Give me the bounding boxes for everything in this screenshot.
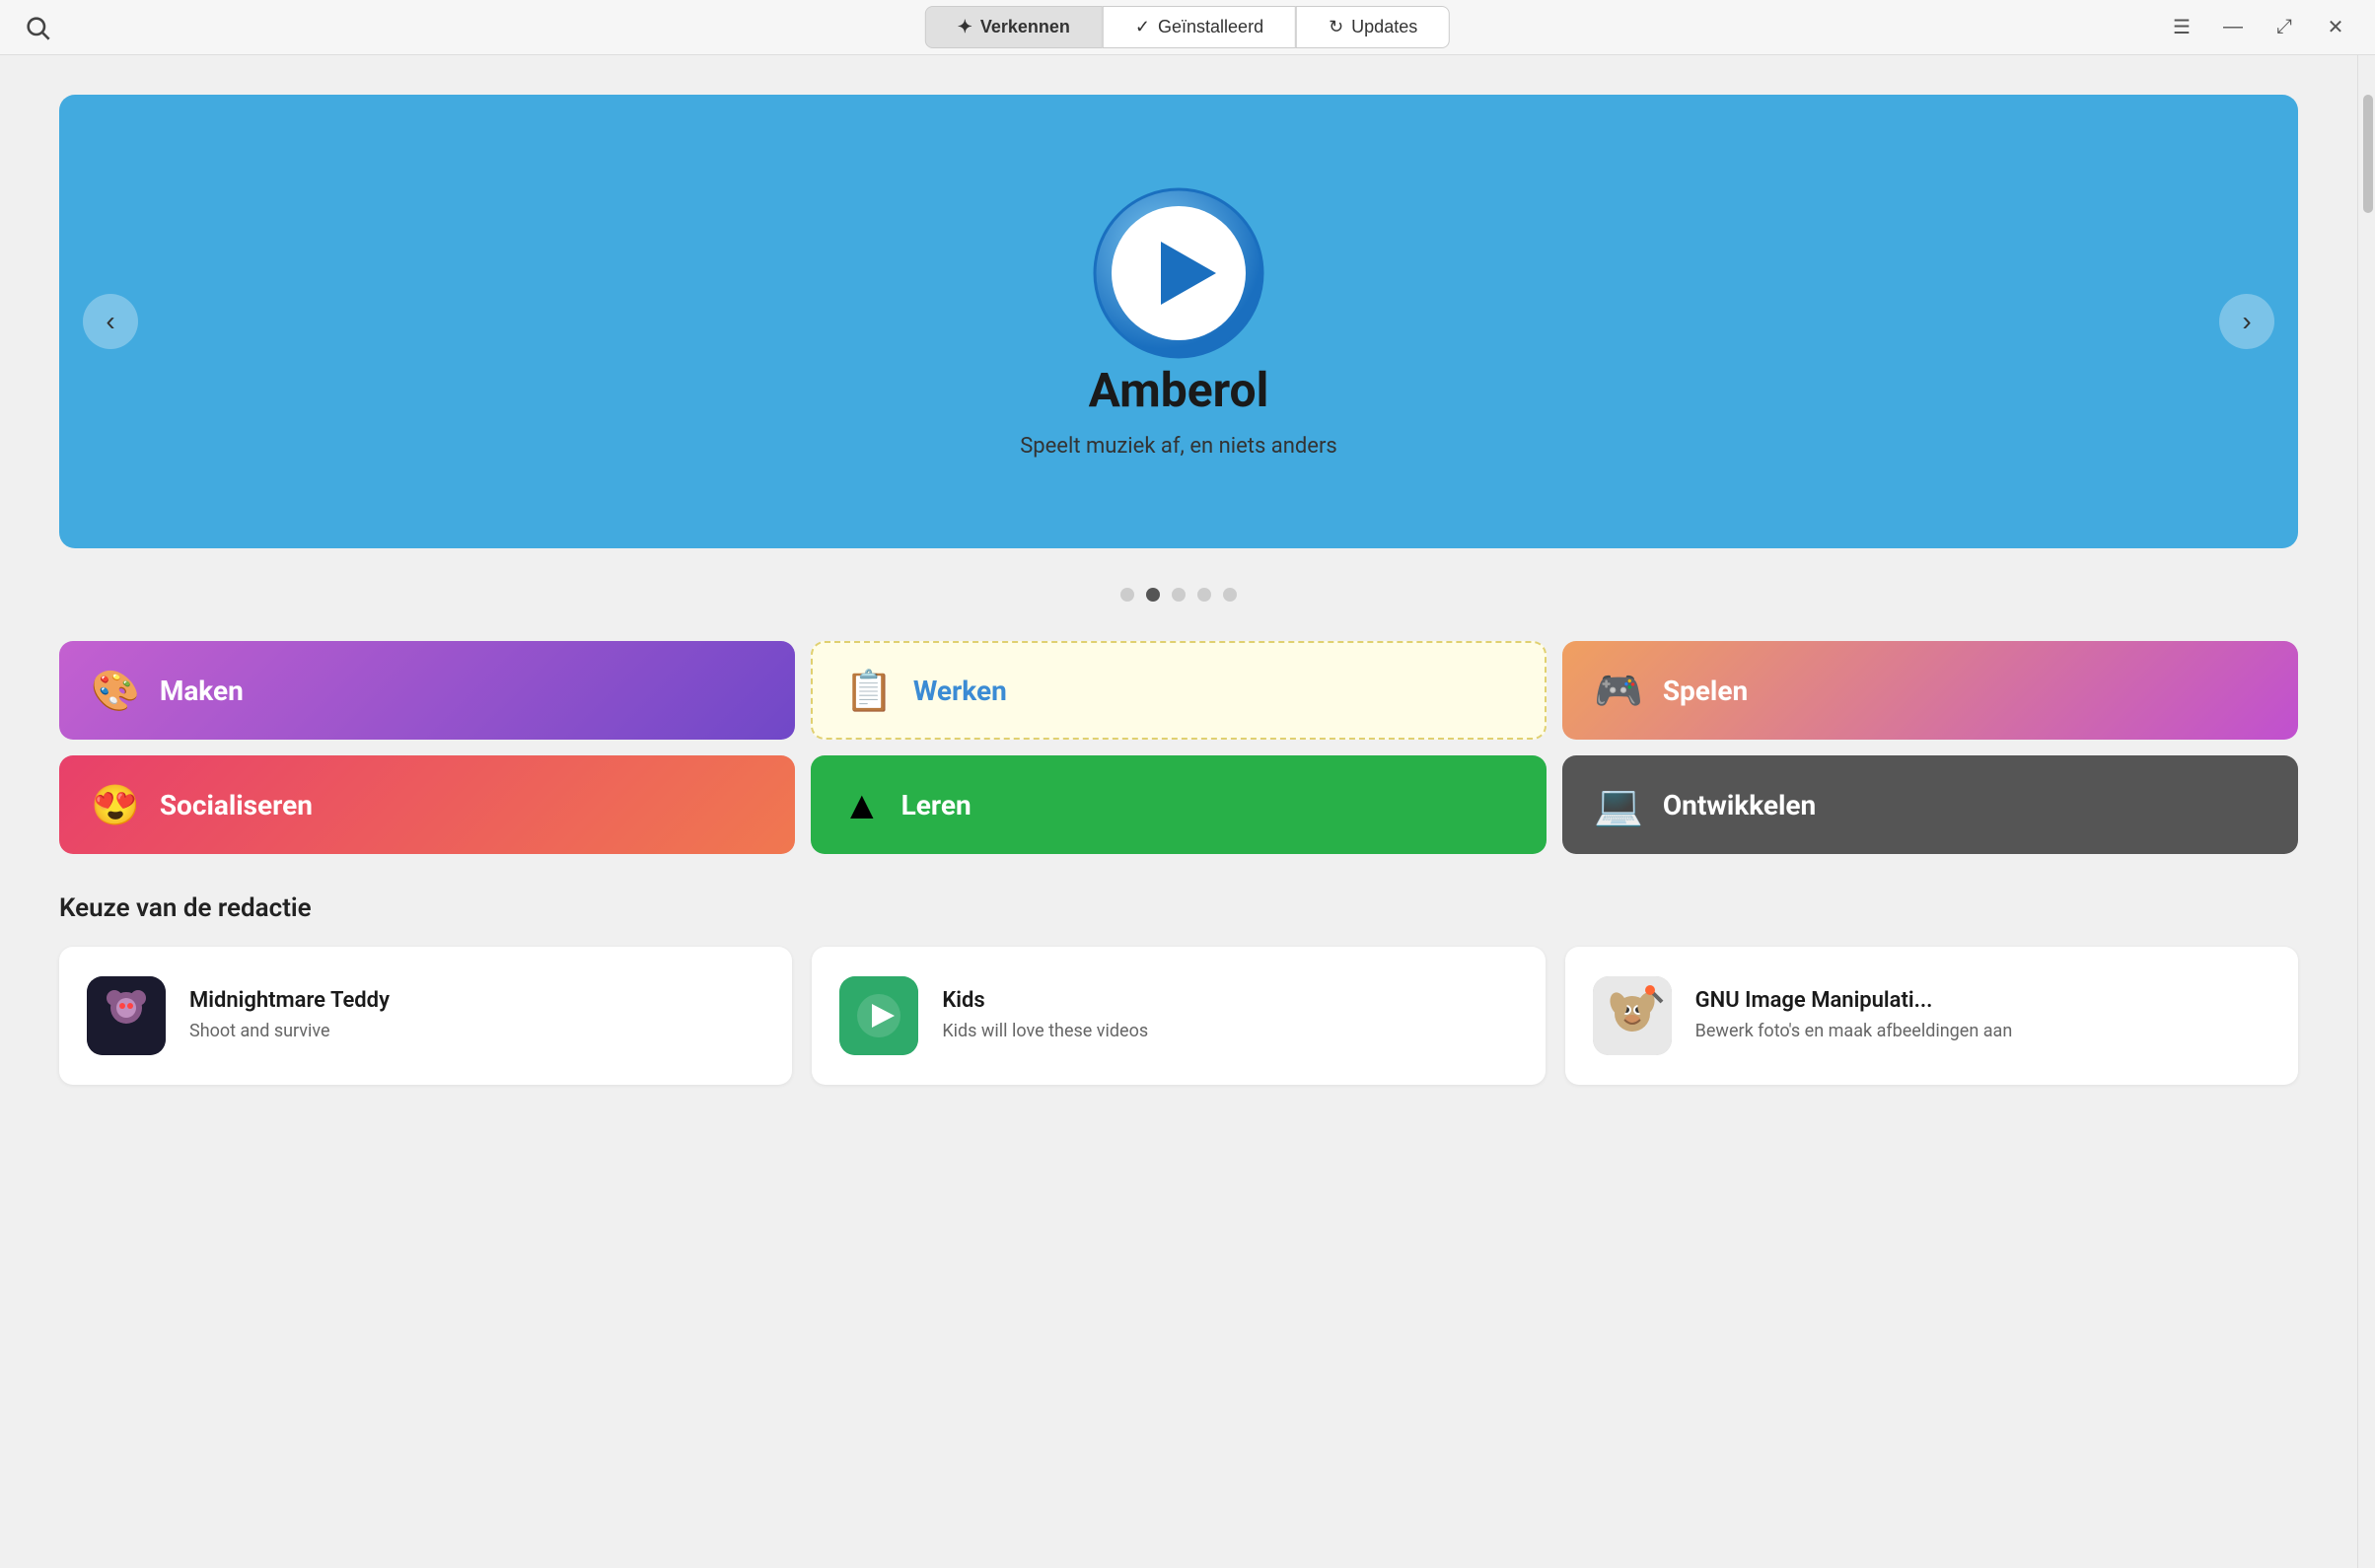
werken-icon: 📋	[844, 668, 894, 714]
leren-label: Leren	[901, 789, 972, 821]
carousel-dots	[59, 588, 2298, 602]
werken-label: Werken	[913, 675, 1007, 707]
search-button[interactable]	[24, 14, 51, 41]
maken-label: Maken	[160, 675, 244, 707]
titlebar: ✦ Verkennen ✓ Geïnstalleerd ↻ Updates ☰ …	[0, 0, 2375, 55]
editorial-section-title: Keuze van de redactie	[59, 893, 2298, 923]
category-socialiseren[interactable]: 😍 Socialiseren	[59, 755, 795, 854]
check-icon: ✓	[1135, 17, 1150, 37]
socialiseren-label: Socialiseren	[160, 789, 313, 821]
socialiseren-icon: 😍	[91, 782, 140, 828]
category-spelen[interactable]: 🎮 Spelen	[1562, 641, 2298, 740]
ontwikkelen-icon: 💻	[1594, 782, 1643, 828]
carousel-content: Amberol Speelt muziek af, en niets ander…	[980, 145, 1377, 498]
app-icon-carousel	[1090, 184, 1267, 362]
app-icon-gimp	[1593, 976, 1672, 1055]
app-info-kids: Kids Kids will love these videos	[942, 988, 1517, 1043]
carousel-subtitle: Speelt muziek af, en niets anders	[1020, 434, 1337, 459]
scrollbar-thumb[interactable]	[2363, 95, 2373, 213]
category-maken[interactable]: 🎨 Maken	[59, 641, 795, 740]
app-name-kids: Kids	[942, 988, 1517, 1013]
carousel-prev-button[interactable]: ‹	[83, 294, 138, 349]
refresh-icon: ↻	[1329, 17, 1343, 37]
carousel-dot-1[interactable]	[1146, 588, 1160, 602]
carousel-dot-2[interactable]	[1172, 588, 1186, 602]
app-info-midnightmare: Midnightmare Teddy Shoot and survive	[189, 988, 764, 1043]
category-werken[interactable]: 📋 Werken	[811, 641, 1547, 740]
featured-carousel: ‹ Amberol Speelt muziek af, en niets	[59, 95, 2298, 548]
close-button[interactable]: ✕	[2320, 12, 2351, 43]
category-grid: 🎨 Maken 📋 Werken 🎮 Spelen 😍 Socialiseren…	[59, 641, 2298, 854]
carousel-dot-3[interactable]	[1197, 588, 1211, 602]
app-desc-gimp: Bewerk foto's en maak afbeeldingen aan	[1695, 1019, 2270, 1043]
search-icon	[24, 14, 51, 41]
carousel-title: Amberol	[1089, 362, 1269, 418]
app-desc-midnightmare: Shoot and survive	[189, 1019, 764, 1043]
maximize-button[interactable]: ⤢	[2268, 12, 2300, 43]
editorial-apps-row: Midnightmare Teddy Shoot and survive Kid…	[59, 947, 2298, 1085]
tab-updates[interactable]: ↻ Updates	[1296, 6, 1450, 48]
app-name-midnightmare: Midnightmare Teddy	[189, 988, 764, 1013]
menu-button[interactable]: ☰	[2166, 12, 2197, 43]
app-name-gimp: GNU Image Manipulati...	[1695, 988, 2270, 1013]
spelen-label: Spelen	[1663, 675, 1748, 707]
app-card-gimp[interactable]: GNU Image Manipulati... Bewerk foto's en…	[1565, 947, 2298, 1085]
tab-geinstalleerd[interactable]: ✓ Geïnstalleerd	[1103, 6, 1296, 48]
leren-icon: ▲	[842, 782, 882, 828]
scrollbar[interactable]	[2357, 55, 2375, 1568]
content-area: ‹ Amberol Speelt muziek af, en niets	[0, 55, 2357, 1568]
tab-verkennen[interactable]: ✦ Verkennen	[925, 6, 1103, 48]
app-desc-kids: Kids will love these videos	[942, 1019, 1517, 1043]
maken-icon: 🎨	[91, 668, 140, 714]
category-leren[interactable]: ▲ Leren	[811, 755, 1547, 854]
window-controls: ☰ — ⤢ ✕	[2166, 12, 2351, 43]
minimize-button[interactable]: —	[2217, 12, 2249, 43]
app-icon-kids	[839, 976, 918, 1055]
main-content: ‹ Amberol Speelt muziek af, en niets	[0, 55, 2375, 1568]
carousel-next-button[interactable]: ›	[2219, 294, 2274, 349]
carousel-dot-0[interactable]	[1120, 588, 1134, 602]
app-card-midnightmare[interactable]: Midnightmare Teddy Shoot and survive	[59, 947, 792, 1085]
carousel-dot-4[interactable]	[1223, 588, 1237, 602]
app-info-gimp: GNU Image Manipulati... Bewerk foto's en…	[1695, 988, 2270, 1043]
sparkle-icon: ✦	[958, 17, 972, 37]
spelen-icon: 🎮	[1594, 668, 1643, 714]
app-card-kids[interactable]: Kids Kids will love these videos	[812, 947, 1545, 1085]
app-icon-midnightmare	[87, 976, 166, 1055]
category-ontwikkelen[interactable]: 💻 Ontwikkelen	[1562, 755, 2298, 854]
ontwikkelen-label: Ontwikkelen	[1663, 789, 1816, 821]
tab-bar: ✦ Verkennen ✓ Geïnstalleerd ↻ Updates	[925, 6, 1450, 48]
